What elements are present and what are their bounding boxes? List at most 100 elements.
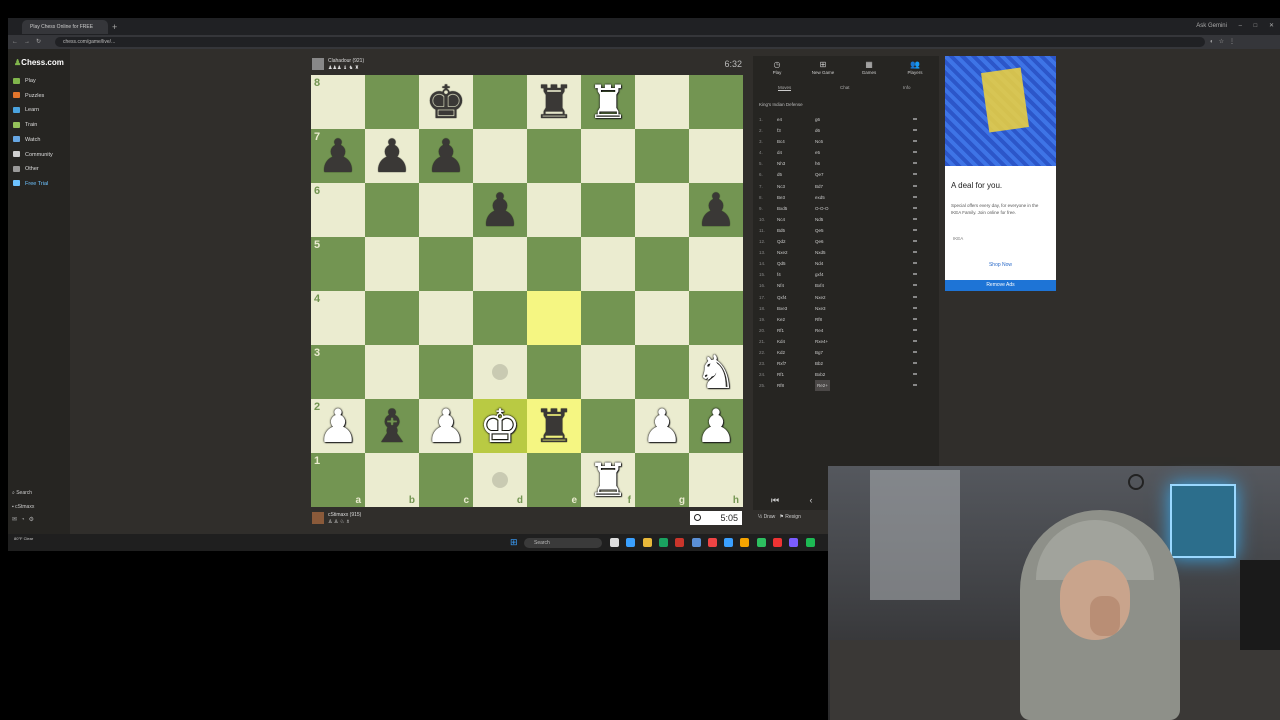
black-rook-icon[interactable]: ♜ — [527, 75, 581, 129]
black-pawn-icon[interactable]: ♟ — [365, 129, 419, 183]
square-c7[interactable]: ♟ — [419, 129, 473, 183]
white-move[interactable]: Be3 — [777, 192, 785, 203]
previous-move-icon[interactable]: ‹ — [804, 493, 818, 507]
white-knight-icon[interactable]: ♞ — [689, 345, 743, 399]
taskbar-app-icon[interactable] — [626, 538, 636, 547]
black-move[interactable]: exd5 — [815, 192, 825, 203]
square-g6[interactable] — [635, 183, 689, 237]
white-king-icon[interactable]: ♚ — [473, 399, 527, 453]
bell-icon[interactable]: ◔ — [21, 517, 29, 523]
square-d2[interactable]: ♚ — [473, 399, 527, 453]
black-move[interactable]: gxf4 — [815, 269, 824, 280]
extension-icon[interactable]: ◐ — [1210, 39, 1219, 45]
black-move[interactable]: g6 — [815, 114, 820, 125]
black-move[interactable]: Qe7 — [815, 169, 824, 180]
square-f8[interactable]: ♜ — [581, 75, 635, 129]
resign-button[interactable]: ⚑ Resign — [779, 514, 800, 520]
white-move[interactable]: Bxe3 — [777, 303, 787, 314]
sidebar-item-puzzles[interactable]: Puzzles — [13, 90, 44, 102]
taskbar-app-icon[interactable] — [789, 538, 799, 547]
square-d7[interactable] — [473, 129, 527, 183]
white-move[interactable]: Nc4 — [777, 214, 785, 225]
square-a2[interactable]: 2 ♟ — [311, 399, 365, 453]
black-pawn-icon[interactable]: ♟ — [473, 183, 527, 237]
black-pawn-icon[interactable]: ♟ — [419, 129, 473, 183]
black-move[interactable]: d6 — [815, 125, 820, 136]
black-move[interactable]: Bb2 — [815, 358, 823, 369]
square-a7[interactable]: 7 ♟ — [311, 129, 365, 183]
white-move[interactable]: Bxd5 — [777, 203, 787, 214]
white-rook-icon[interactable]: ♜ — [581, 75, 635, 129]
move-hint-dot[interactable] — [492, 472, 508, 488]
square-a8[interactable]: 8 — [311, 75, 365, 129]
black-move[interactable]: Re2+ — [815, 380, 830, 392]
chess-board[interactable]: 8 ♚ ♜ ♜ 7 ♟ ♟ ♟ 6 ♟ ♟ 5 4 3 ♞ 2 ♟ ♝ ♟ ♚ ♜ ♟ ♟ 1 a b c d e f ♜ g h — [311, 75, 743, 507]
square-f6[interactable] — [581, 183, 635, 237]
square-a6[interactable]: 6 — [311, 183, 365, 237]
black-move[interactable]: Bxf4 — [815, 280, 824, 291]
white-move[interactable]: Rxf7 — [777, 358, 786, 369]
tab-players[interactable]: 👥 Players — [895, 60, 935, 75]
white-move[interactable]: Bd5 — [777, 225, 785, 236]
white-move[interactable]: e4 — [777, 114, 782, 125]
taskbar-app-icon[interactable] — [756, 538, 766, 547]
address-bar[interactable]: chess.com/game/live/... — [55, 37, 1205, 47]
white-move[interactable]: Rf8 — [777, 380, 784, 391]
sidebar-item-other[interactable]: Other — [13, 163, 39, 175]
move-hint-dot[interactable] — [492, 364, 508, 380]
black-move[interactable]: Bg7 — [815, 347, 823, 358]
square-c5[interactable] — [419, 237, 473, 291]
square-d6[interactable]: ♟ — [473, 183, 527, 237]
black-move[interactable]: Qe6 — [815, 236, 824, 247]
chess-logo[interactable]: ♟Chess.com — [14, 58, 64, 67]
white-move[interactable]: Kd2 — [777, 347, 785, 358]
white-pawn-icon[interactable]: ♟ — [419, 399, 473, 453]
square-g1[interactable]: g — [635, 453, 689, 507]
sidebar-user[interactable]: ▪ cStmaxx — [12, 500, 34, 514]
taskbar-app-icon[interactable] — [642, 538, 652, 547]
square-e1[interactable]: e — [527, 453, 581, 507]
square-f4[interactable] — [581, 291, 635, 345]
tab-new-game[interactable]: ⊞ New Game — [803, 60, 843, 75]
black-move[interactable]: Nxe3 — [815, 303, 826, 314]
minimize-icon[interactable]: – — [1239, 23, 1242, 29]
taskbar-app-icon[interactable] — [724, 538, 734, 547]
taskbar-weather[interactable]: 80°F Clear — [14, 536, 33, 541]
sidebar-item-free-trial[interactable]: Free Trial — [13, 178, 48, 190]
square-g4[interactable] — [635, 291, 689, 345]
square-e3[interactable] — [527, 345, 581, 399]
profile-label[interactable]: Ask Gemini — [1196, 23, 1227, 29]
tab-play[interactable]: ◷ Play — [757, 60, 797, 75]
ad-shop-link[interactable]: Shop Now — [945, 262, 1056, 268]
white-move[interactable]: Nh3 — [777, 158, 785, 169]
remove-ads-button[interactable]: Remove Ads — [945, 280, 1056, 291]
close-icon[interactable]: ✕ — [1269, 23, 1274, 29]
my-avatar[interactable] — [312, 512, 324, 524]
black-pawn-icon[interactable]: ♟ — [311, 129, 365, 183]
square-f1[interactable]: f ♜ — [581, 453, 635, 507]
white-move[interactable]: Rf1 — [777, 369, 784, 380]
taskbar-app-icon[interactable] — [805, 538, 815, 547]
square-g2[interactable]: ♟ — [635, 399, 689, 453]
white-move[interactable]: d4 — [777, 147, 782, 158]
black-move[interactable]: Bxb2 — [815, 369, 825, 380]
white-move[interactable]: Qd2 — [777, 236, 786, 247]
sidebar-item-train[interactable]: Train — [13, 119, 37, 131]
square-h4[interactable] — [689, 291, 743, 345]
square-b1[interactable]: b — [365, 453, 419, 507]
white-move[interactable]: Kd4 — [777, 336, 785, 347]
sidebar-item-watch[interactable]: Watch — [13, 134, 40, 146]
taskbar-app-icon[interactable] — [691, 538, 701, 547]
taskbar-app-icon[interactable] — [610, 538, 619, 547]
taskbar-app-icon[interactable] — [773, 538, 782, 547]
sidebar-item-learn[interactable]: Learn — [13, 104, 39, 116]
black-move[interactable]: Nxe2 — [815, 292, 826, 303]
sidebar-item-play[interactable]: Play — [13, 75, 36, 87]
square-a3[interactable]: 3 — [311, 345, 365, 399]
square-d4[interactable] — [473, 291, 527, 345]
black-move[interactable]: Qe5 — [815, 225, 824, 236]
square-h2[interactable]: ♟ — [689, 399, 743, 453]
square-h1[interactable]: h — [689, 453, 743, 507]
white-move[interactable]: Rf1 — [777, 325, 784, 336]
square-b8[interactable] — [365, 75, 419, 129]
